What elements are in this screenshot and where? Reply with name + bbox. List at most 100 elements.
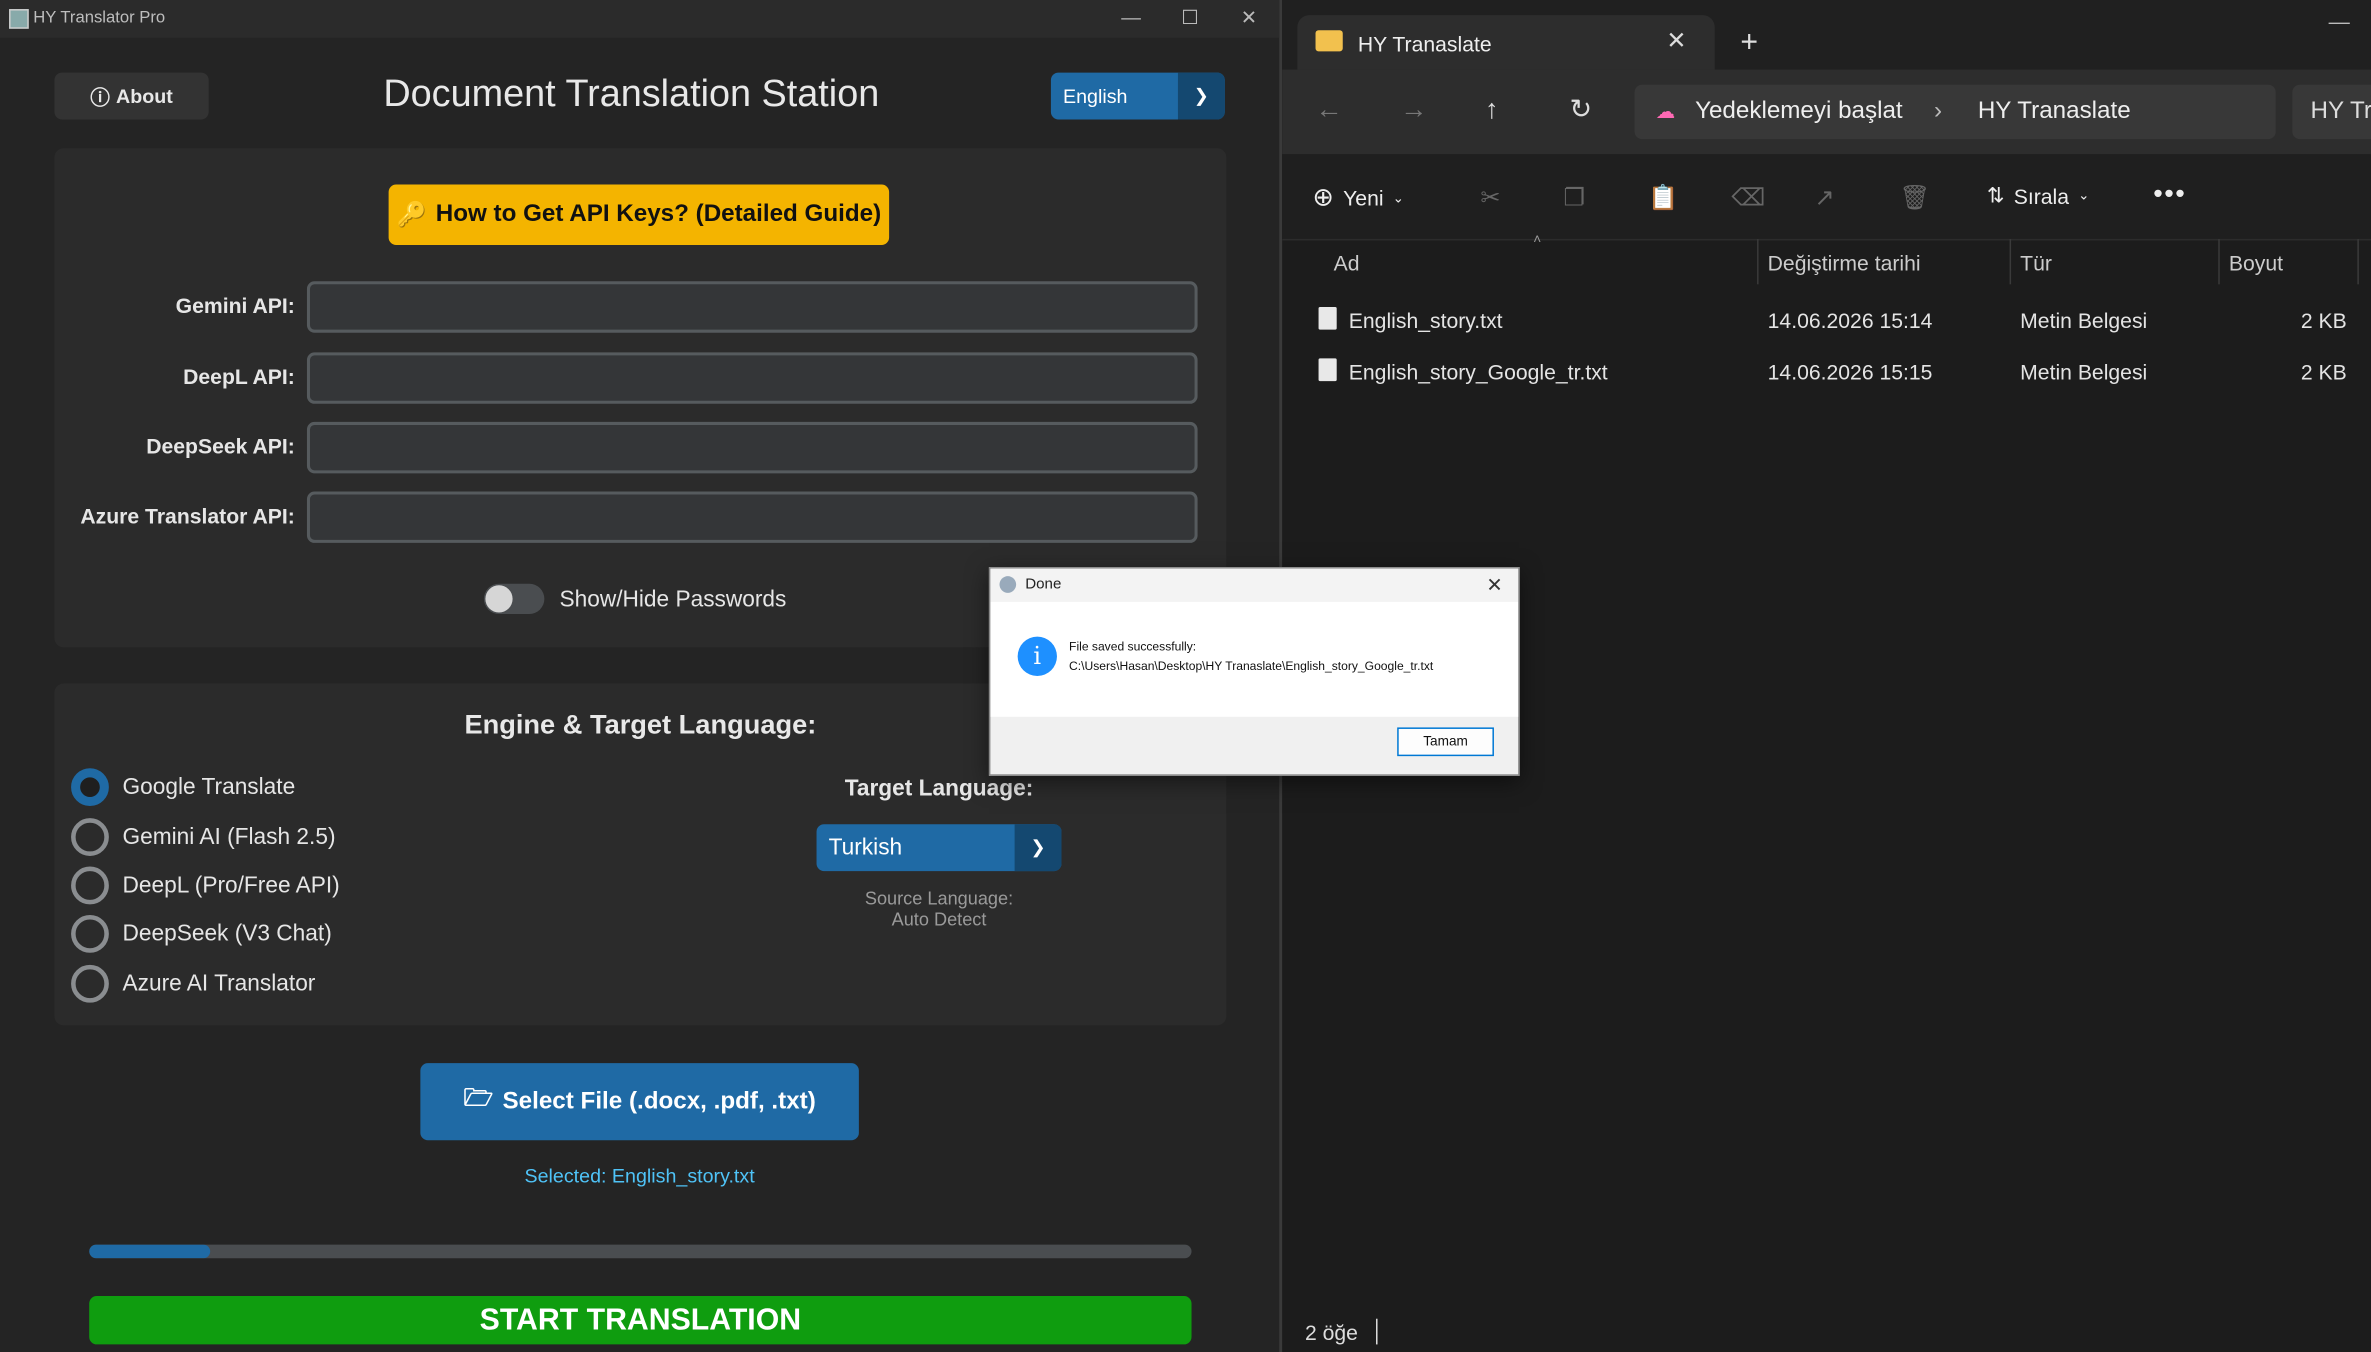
target-language-select[interactable]: Turkish ❯ (816, 824, 1062, 872)
search-box-text: HY Tra (2310, 98, 2371, 125)
progress-bar (89, 1244, 1192, 1259)
info-icon: ⓘ (90, 86, 110, 109)
radio-deepseek[interactable] (71, 914, 109, 953)
delete-icon[interactable]: 🗑 (1899, 183, 1930, 213)
sort-label: Sırala (2013, 183, 2070, 208)
file-size: 2 KB (2300, 308, 2347, 333)
sort-button[interactable]: ⇅ Sırala ⌄ (1987, 183, 2090, 209)
file-type: Metin Belgesi (2020, 308, 2148, 333)
maximize-icon[interactable]: ☐ (1167, 3, 1212, 33)
search-box[interactable]: HY Tra (2292, 84, 2371, 140)
about-button[interactable]: ⓘ About (54, 72, 209, 120)
deepseek-api-input[interactable] (306, 421, 1198, 474)
column-divider[interactable] (2357, 238, 2359, 285)
ui-language-select[interactable]: English ❯ (1050, 72, 1225, 120)
radio-deepl[interactable] (71, 866, 109, 905)
text-file-icon (1318, 358, 1337, 382)
copy-icon[interactable]: ❐ (1564, 183, 1586, 213)
file-name: English_story.txt (1348, 308, 1503, 333)
file-row[interactable]: English_story.txt 14.06.2026 15:14 Metin… (1282, 298, 2371, 343)
engine-label-google[interactable]: Google Translate (122, 774, 295, 800)
column-header-modified[interactable]: Değiştirme tarihi (1768, 251, 1921, 275)
target-language-label: Target Language: (844, 775, 1034, 802)
azure-api-input[interactable] (306, 491, 1198, 543)
back-icon[interactable]: ← (1316, 94, 1343, 126)
file-row[interactable]: English_story_Google_tr.txt 14.06.2026 1… (1282, 349, 2371, 394)
engine-label-azure[interactable]: Azure AI Translator (122, 971, 315, 997)
address-bar[interactable]: ☁ Yedeklemeyi başlat › HY Tranaslate (1634, 84, 2276, 140)
chevron-down-icon[interactable]: ❯ (1177, 72, 1225, 120)
show-passwords-label: Show/Hide Passwords (559, 586, 787, 613)
show-passwords-toggle[interactable] (483, 583, 545, 614)
column-header-name[interactable]: Ad (1334, 251, 1360, 275)
radio-gemini[interactable] (71, 818, 109, 856)
app-icon (9, 9, 29, 29)
deepl-api-input[interactable] (306, 352, 1198, 404)
breadcrumb-backup[interactable]: Yedeklemeyi başlat (1695, 98, 1903, 125)
close-icon[interactable]: ✕ (1226, 3, 1271, 33)
gemini-api-input[interactable] (306, 281, 1198, 333)
about-label: About (116, 84, 173, 108)
deepseek-api-label: DeepSeek API: (146, 434, 295, 459)
refresh-icon[interactable]: ↻ (1570, 94, 1593, 126)
explorer-tab[interactable]: HY Tranaslate ✕ (1297, 15, 1715, 70)
select-file-button[interactable]: 🗁 Select File (.docx, .pdf, .txt) (420, 1063, 859, 1141)
ok-button[interactable]: Tamam (1397, 727, 1494, 757)
text-file-icon (1318, 306, 1337, 330)
select-file-label: Select File (.docx, .pdf, .txt) (502, 1088, 816, 1114)
column-divider[interactable] (1757, 238, 1759, 285)
chevron-down-icon[interactable]: ❯ (1014, 824, 1062, 872)
file-modified: 14.06.2026 15:15 (1767, 359, 1933, 385)
up-icon[interactable]: ↑ (1485, 94, 1499, 126)
more-options-icon[interactable]: ••• (2153, 178, 2186, 210)
sort-ascending-icon: ˄ (1533, 231, 1542, 247)
engine-label-deepl[interactable]: DeepL (Pro/Free API) (122, 873, 339, 899)
breadcrumb-folder[interactable]: HY Tranaslate (1978, 98, 2131, 125)
column-divider[interactable] (2218, 238, 2220, 285)
share-icon[interactable]: ↗ (1815, 183, 1835, 213)
chevron-down-icon: ⌄ (2078, 187, 2090, 203)
new-button[interactable]: ⊕ Yeni ⌄ (1313, 183, 1405, 213)
app-window-title: HY Translator Pro (33, 9, 166, 28)
column-divider[interactable] (2009, 238, 2012, 285)
close-tab-icon[interactable]: ✕ (1666, 26, 1686, 56)
column-header-size[interactable]: Boyut (2229, 251, 2283, 275)
dialog-titlebar: Done ✕ (990, 568, 1519, 602)
radio-azure[interactable] (71, 964, 109, 1003)
radio-google-translate[interactable] (71, 768, 109, 807)
progress-fill (89, 1244, 211, 1259)
item-count: 2 öğe (1304, 1320, 1358, 1345)
api-guide-label: How to Get API Keys? (Detailed Guide) (435, 201, 882, 227)
minimize-icon[interactable]: — (2329, 9, 2350, 33)
page-title: Document Translation Station (383, 72, 880, 115)
app-titlebar: HY Translator Pro — ☐ ✕ (0, 0, 1280, 38)
new-label: Yeni (1343, 186, 1384, 211)
paste-icon[interactable]: 📋 (1648, 183, 1678, 213)
chevron-right-icon[interactable]: › (1934, 98, 1942, 125)
engine-label-deepseek[interactable]: DeepSeek (V3 Chat) (122, 921, 331, 947)
new-tab-icon[interactable]: + (1740, 26, 1758, 61)
folder-icon (1315, 30, 1343, 52)
column-header-type[interactable]: Tür (2020, 251, 2052, 275)
dialog-title: Done (1025, 576, 1062, 593)
source-language-info: Source Language: Auto Detect (817, 888, 1062, 930)
file-size: 2 KB (2300, 359, 2347, 385)
engine-label-gemini[interactable]: Gemini AI (Flash 2.5) (122, 824, 335, 850)
file-modified: 14.06.2026 15:14 (1767, 308, 1933, 333)
api-guide-button[interactable]: 🔑 How to Get API Keys? (Detailed Guide) (388, 184, 890, 245)
rename-icon[interactable]: ⌫ (1731, 183, 1765, 213)
gemini-api-label: Gemini API: (175, 293, 295, 318)
selected-file-text: Selected: English_story.txt (524, 1164, 755, 1188)
cloud-backup-icon: ☁ (1655, 99, 1676, 123)
explorer-tabstrip: HY Tranaslate ✕ + — (1282, 0, 2371, 70)
cut-icon[interactable]: ✂ (1480, 183, 1500, 213)
minimize-icon[interactable]: — (1108, 3, 1153, 33)
folder-open-icon: 🗁 (463, 1085, 494, 1112)
ui-language-value: English (1063, 84, 1128, 108)
app-icon (999, 576, 1017, 593)
dialog-message: File saved successfully: (1069, 639, 1197, 654)
azure-api-label: Azure Translator API: (80, 503, 295, 528)
forward-icon[interactable]: → (1400, 94, 1427, 126)
start-translation-button[interactable]: START TRANSLATION (89, 1296, 1192, 1345)
close-icon[interactable]: ✕ (1486, 573, 1502, 597)
